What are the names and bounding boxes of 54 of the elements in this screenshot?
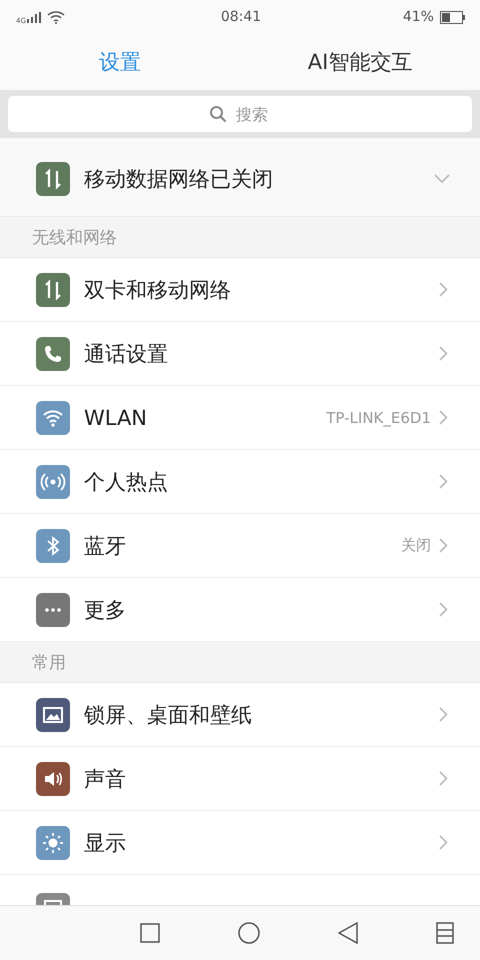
hotspot-icon — [36, 464, 70, 498]
battery-percent: 41% — [402, 9, 434, 25]
chevron-right-icon — [439, 707, 448, 722]
settings-row[interactable]: 双卡和移动网络 — [0, 258, 480, 322]
data-icon — [36, 162, 70, 196]
row-label: 声音 — [84, 766, 127, 792]
data-icon — [36, 272, 70, 306]
banner-text: 移动数据网络已关闭 — [84, 166, 274, 193]
search-field[interactable]: 搜索 — [8, 96, 472, 132]
settings-row[interactable]: 通话设置 — [0, 322, 480, 386]
settings-row[interactable]: 更多 — [0, 578, 480, 642]
chevron-right-icon — [439, 346, 448, 361]
search-icon — [209, 105, 227, 123]
row-value: TP-LINK_E6D1 — [326, 408, 431, 426]
chevron-right-icon — [439, 771, 448, 786]
recents-button[interactable] — [140, 923, 160, 943]
sound-icon — [36, 762, 70, 796]
row-label: 蓝牙 — [84, 532, 127, 560]
row-label: 个人热点 — [84, 468, 169, 496]
chevron-right-icon — [439, 538, 448, 553]
wallpaper-icon — [36, 698, 70, 732]
settings-row[interactable]: 锁屏、桌面和壁纸 — [0, 683, 480, 747]
notification-button[interactable] — [436, 922, 454, 944]
row-label: 通话设置 — [84, 340, 169, 368]
settings-row[interactable]: 蓝牙 关闭 — [0, 514, 480, 578]
back-button[interactable] — [338, 922, 358, 944]
row-value: 关闭 — [401, 536, 431, 555]
settings-row[interactable]: WLAN TP-LINK_E6D1 — [0, 386, 480, 450]
row-label: 更多 — [84, 596, 127, 624]
display-icon — [36, 826, 70, 860]
signal-icon — [26, 12, 41, 22]
settings-row[interactable]: 个人热点 — [0, 450, 480, 514]
section-header: 常用 — [32, 652, 66, 674]
chevron-right-icon — [439, 602, 448, 617]
phone-icon — [36, 336, 70, 370]
wifi-icon — [46, 10, 65, 24]
wifi-icon — [36, 400, 70, 434]
battery-icon — [440, 10, 466, 24]
clock: 08:41 — [220, 9, 262, 25]
chevron-right-icon — [439, 835, 448, 850]
home-button[interactable] — [238, 922, 260, 944]
settings-row[interactable]: 显示 — [0, 811, 480, 875]
row-label: WLAN — [84, 406, 148, 430]
chevron-right-icon — [439, 410, 448, 425]
chevron-right-icon — [439, 282, 448, 297]
row-label: 显示 — [84, 830, 127, 856]
settings-row[interactable]: 声音 — [0, 747, 480, 811]
row-label: 双卡和移动网络 — [84, 276, 232, 304]
more-icon — [36, 592, 70, 626]
row-label: 锁屏、桌面和壁纸 — [84, 702, 253, 728]
tab[interactable]: AI智能交互 — [240, 34, 480, 90]
section-header: 无线和网络 — [32, 226, 117, 248]
chevron-right-icon — [439, 474, 448, 489]
bluetooth-icon — [36, 528, 70, 562]
